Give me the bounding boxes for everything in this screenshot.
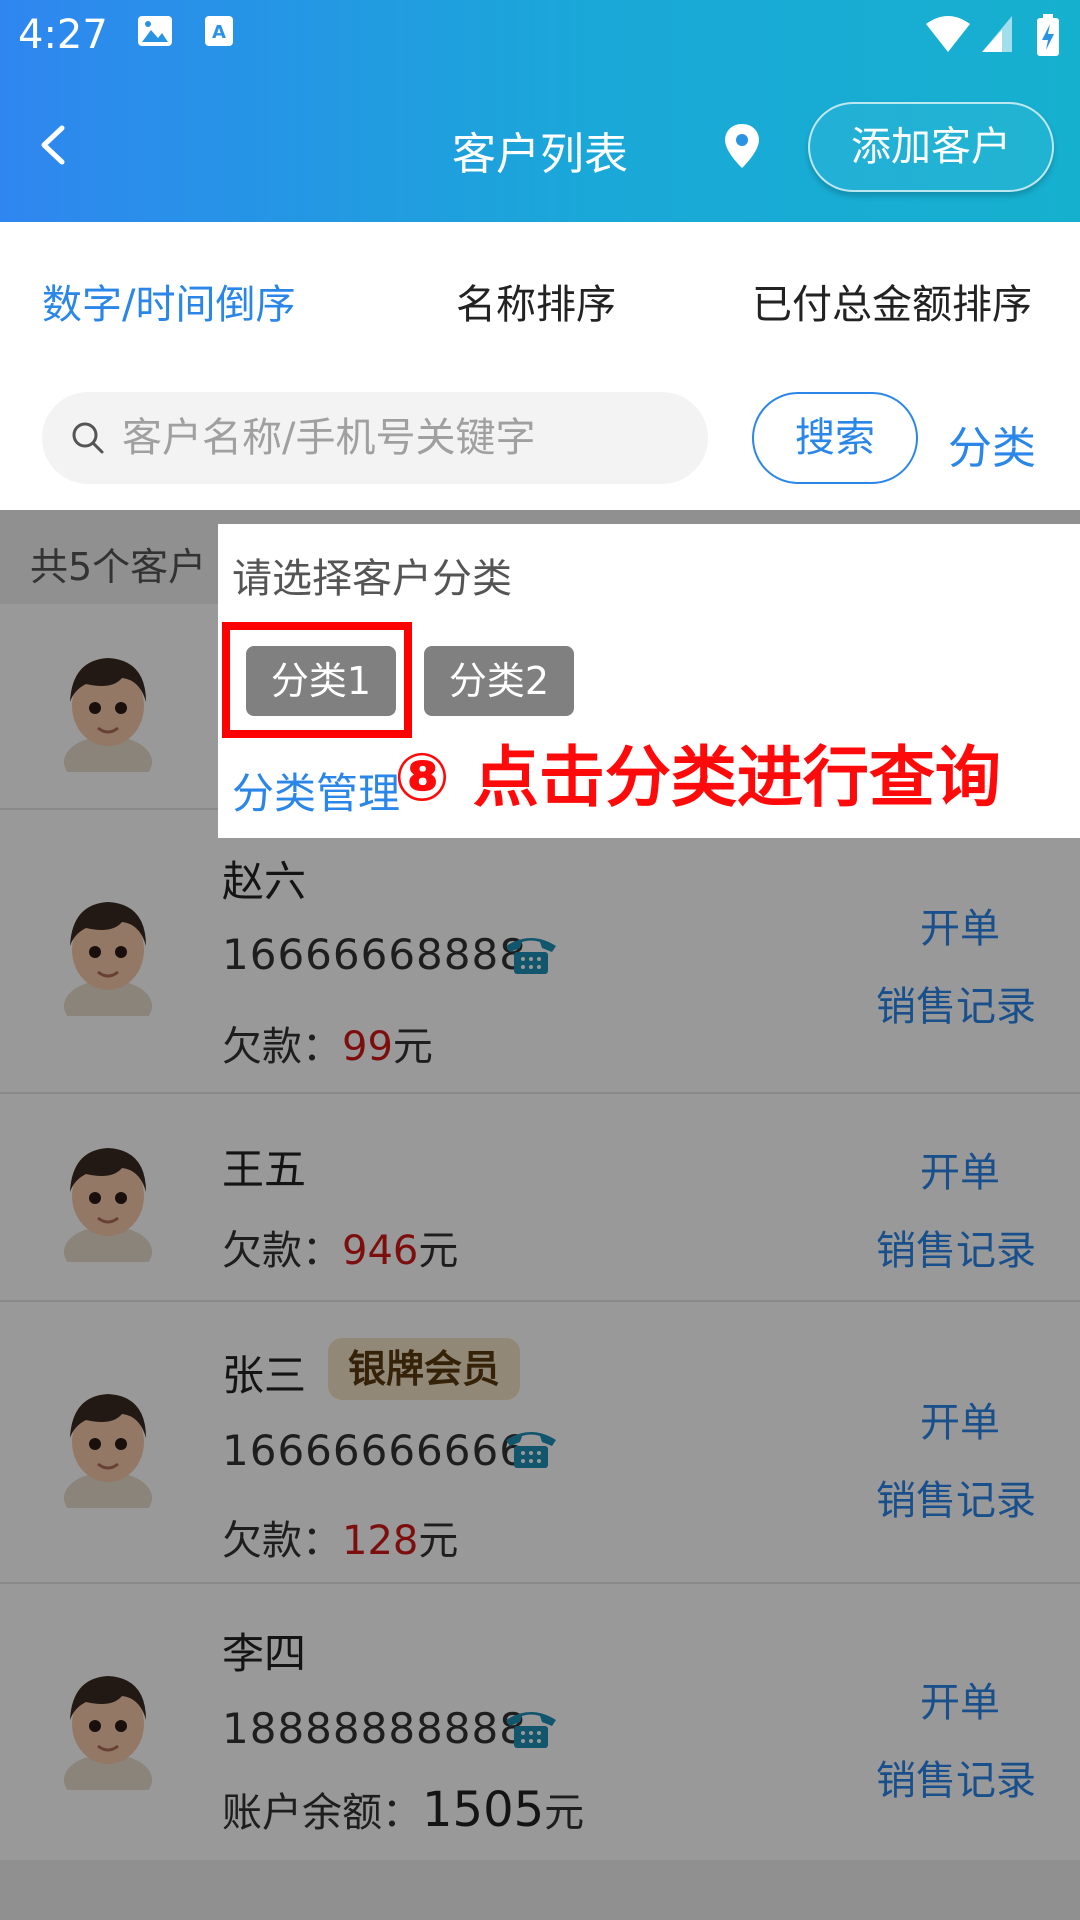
search-button[interactable]: 搜索: [752, 392, 918, 484]
category-manage-link[interactable]: 分类管理: [232, 760, 400, 821]
app-header: 4:27 A 客户列表 添加客户: [0, 0, 1080, 222]
tab-sort-number-time[interactable]: 数字/时间倒序: [42, 272, 295, 330]
nav-bar: 客户列表 添加客户: [0, 82, 1080, 212]
tab-sort-name[interactable]: 名称排序: [456, 272, 616, 330]
popup-title: 请选择客户分类: [232, 556, 512, 602]
text-app-icon: A: [205, 16, 233, 46]
location-pin-icon[interactable]: [722, 122, 762, 170]
signal-icon: [982, 16, 1012, 52]
category-popup: 请选择客户分类 分类1 分类2 分类管理 ⑧ 点击分类进行查询: [218, 524, 1080, 838]
search-icon: [72, 422, 104, 454]
tutorial-annotation: ⑧ 点击分类进行查询: [394, 739, 1001, 816]
search-row: 搜索 分类: [0, 372, 1080, 510]
category-chip-2[interactable]: 分类2: [424, 646, 574, 716]
tab-sort-paid-amount[interactable]: 已付总金额排序: [752, 272, 1032, 330]
highlight-box: [222, 622, 412, 738]
category-link[interactable]: 分类: [948, 412, 1036, 476]
battery-icon: [1037, 14, 1059, 56]
image-icon: [138, 16, 172, 46]
wifi-icon: [926, 16, 970, 52]
svg-text:A: A: [212, 22, 226, 43]
status-bar: 4:27 A: [0, 0, 1080, 72]
search-box: [42, 392, 708, 484]
add-customer-button[interactable]: 添加客户: [808, 102, 1054, 192]
sort-tabs: 数字/时间倒序 名称排序 已付总金额排序: [0, 222, 1080, 372]
search-input[interactable]: [122, 392, 682, 484]
status-time: 4:27: [18, 12, 108, 58]
